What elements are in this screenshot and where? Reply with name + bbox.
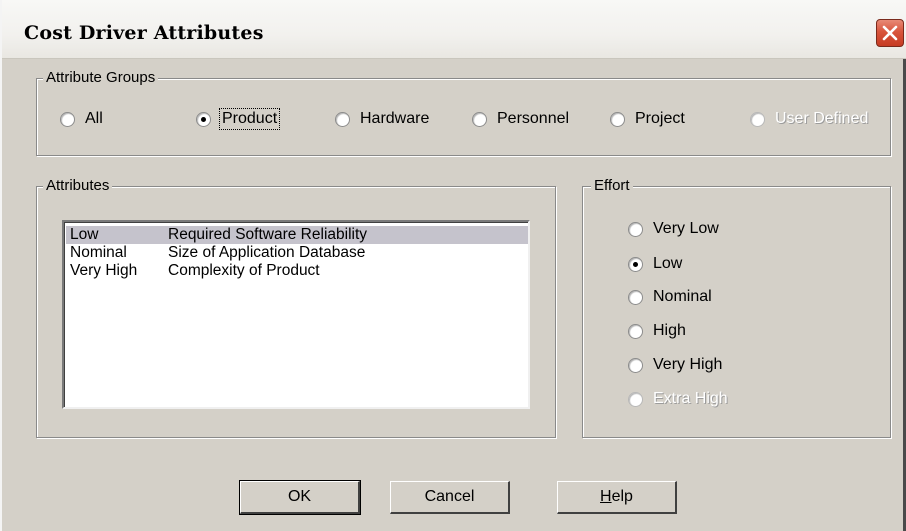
- attribute-rating: Low: [70, 226, 99, 243]
- radio-effort-high-dot[interactable]: [628, 323, 643, 339]
- radio-effort-low-label: Low: [653, 255, 683, 272]
- radio-effort-very-low-label: Very Low: [653, 220, 719, 237]
- attribute-rating: Very High: [70, 262, 138, 279]
- radio-group-user-defined-label: User Defined: [775, 110, 869, 127]
- radio-effort-high[interactable]: High: [628, 320, 686, 342]
- radio-group-project-label: Project: [635, 110, 685, 127]
- radio-group-product-label: Product: [218, 108, 281, 130]
- window-title: Cost Driver Attributes: [24, 22, 264, 44]
- radio-effort-nominal[interactable]: Nominal: [628, 286, 712, 308]
- list-item[interactable]: Very High Complexity of Product: [66, 262, 528, 280]
- radio-effort-extra-high: Extra High: [628, 388, 728, 410]
- radio-effort-extra-high-dot: [628, 391, 643, 407]
- attribute-name: Required Software Reliability: [168, 226, 368, 243]
- radio-group-all-dot[interactable]: [60, 111, 75, 127]
- radio-effort-very-high[interactable]: Very High: [628, 354, 722, 376]
- list-item[interactable]: Low Required Software Reliability: [66, 226, 528, 244]
- ok-button-label: OK: [287, 488, 312, 505]
- radio-group-hardware-dot[interactable]: [335, 111, 350, 127]
- close-icon: [882, 25, 898, 41]
- effort-legend: Effort: [591, 177, 633, 195]
- radio-group-personnel-dot[interactable]: [472, 111, 487, 127]
- radio-group-all-label: All: [85, 110, 103, 127]
- attribute-name: Size of Application Database: [168, 244, 366, 261]
- help-button-label: Help: [600, 488, 633, 505]
- radio-group-hardware-label: Hardware: [360, 110, 430, 127]
- attributes-legend: Attributes: [43, 177, 113, 195]
- help-button[interactable]: Help: [557, 481, 677, 514]
- radio-group-project[interactable]: Project: [610, 108, 685, 130]
- list-item[interactable]: Nominal Size of Application Database: [66, 244, 528, 262]
- radio-effort-nominal-dot[interactable]: [628, 289, 643, 305]
- radio-group-product-dot[interactable]: [196, 111, 211, 127]
- cancel-button[interactable]: Cancel: [390, 481, 510, 514]
- radio-effort-extra-high-label: Extra High: [653, 390, 728, 407]
- radio-group-personnel[interactable]: Personnel: [472, 108, 569, 130]
- attributes-list[interactable]: Low Required Software Reliability Nomina…: [62, 220, 530, 409]
- cost-driver-attributes-dialog: Cost Driver Attributes Attribute Groups …: [0, 0, 906, 531]
- radio-effort-low[interactable]: Low: [628, 253, 682, 275]
- radio-group-personnel-label: Personnel: [497, 110, 570, 127]
- radio-group-user-defined-dot: [750, 111, 765, 127]
- radio-group-all[interactable]: All: [60, 108, 103, 130]
- ok-button[interactable]: OK: [239, 480, 361, 515]
- radio-effort-very-high-label: Very High: [653, 356, 723, 373]
- attribute-name: Complexity of Product: [168, 262, 320, 279]
- attribute-rating: Nominal: [70, 244, 127, 261]
- cancel-button-label: Cancel: [424, 488, 475, 505]
- radio-group-user-defined: User Defined: [750, 108, 868, 130]
- radio-group-hardware[interactable]: Hardware: [335, 108, 429, 130]
- radio-effort-high-label: High: [653, 322, 686, 339]
- radio-effort-very-high-dot[interactable]: [628, 357, 643, 373]
- radio-group-product[interactable]: Product: [196, 108, 281, 130]
- attribute-groups-legend: Attribute Groups: [43, 69, 159, 87]
- radio-effort-very-low-dot[interactable]: [628, 221, 643, 237]
- radio-effort-low-dot[interactable]: [628, 256, 643, 272]
- radio-effort-very-low[interactable]: Very Low: [628, 218, 719, 240]
- radio-effort-nominal-label: Nominal: [653, 288, 712, 305]
- close-button[interactable]: [876, 19, 904, 47]
- title-bar[interactable]: Cost Driver Attributes: [2, 0, 906, 59]
- radio-group-project-dot[interactable]: [610, 111, 625, 127]
